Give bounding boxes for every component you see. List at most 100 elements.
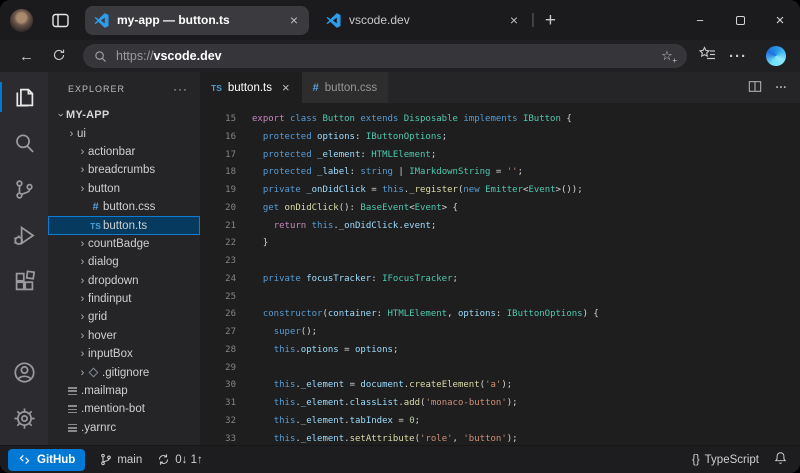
browser-tab-active[interactable]: my-app — button.ts ×	[85, 6, 309, 35]
new-tab-button[interactable]: +	[539, 11, 562, 30]
toolbar-right: ···	[699, 46, 790, 66]
search-icon	[94, 50, 107, 63]
source-control-icon[interactable]	[0, 166, 48, 212]
tree-item-dialog[interactable]: ›dialog	[48, 253, 200, 271]
add-favorite-icon[interactable]: ☆+	[658, 48, 676, 64]
tree-item-breadcrumbs[interactable]: ›breadcrumbs	[48, 161, 200, 179]
explorer-header: EXPLORER ···	[48, 72, 200, 106]
explorer-more-icon[interactable]: ···	[173, 82, 188, 96]
tree-item-button-ts[interactable]: TSbutton.ts	[48, 216, 200, 234]
code-line[interactable]: 20 get onDidClick(): BaseEvent<Event> {	[200, 200, 800, 218]
code-text: private focusTracker: IFocusTracker;	[252, 271, 458, 289]
profile-avatar[interactable]	[10, 9, 33, 32]
favorites-icon[interactable]	[699, 46, 716, 66]
line-number: 23	[200, 253, 236, 271]
tree-item-findinput[interactable]: ›findinput	[48, 290, 200, 308]
code-text: protected options: IButtonOptions;	[252, 129, 447, 147]
code-line[interactable]: 15export class Button extends Disposable…	[200, 111, 800, 129]
explorer-sidebar: EXPLORER ··· ›MY-APP›ui›actionbar›breadc…	[48, 72, 200, 445]
tree-item-mailmap[interactable]: .mailmap	[48, 382, 200, 400]
remote-indicator[interactable]: GitHub	[8, 449, 85, 471]
tree-item-inputbox[interactable]: ›inputBox	[48, 345, 200, 363]
chevron-down-icon: ›	[55, 110, 67, 121]
line-number: 22	[200, 235, 236, 253]
tree-item-button[interactable]: ›button	[48, 180, 200, 198]
url-scheme: https://	[116, 49, 154, 63]
address-bar[interactable]: https://vscode.dev ☆+	[83, 44, 687, 68]
tree-item-my-app[interactable]: ›MY-APP	[48, 106, 200, 124]
code-line[interactable]: 18 protected _label: string | IMarkdownS…	[200, 164, 800, 182]
status-bar: GitHub main 0↓ 1↑ {} TypeScript	[0, 445, 800, 473]
code-line[interactable]: 17 protected _element: HTMLElement;	[200, 147, 800, 165]
code-editor[interactable]: 15export class Button extends Disposable…	[200, 103, 800, 445]
tree-item-mention-bot[interactable]: .mention-bot	[48, 400, 200, 418]
copilot-icon[interactable]	[766, 46, 786, 66]
code-line[interactable]: 22 }	[200, 235, 800, 253]
code-line[interactable]: 30 this._element = document.createElemen…	[200, 377, 800, 395]
tab-close-icon[interactable]: ×	[508, 13, 520, 27]
explorer-icon[interactable]	[0, 74, 48, 120]
close-window-button[interactable]: ×	[760, 0, 800, 40]
maximize-button[interactable]	[720, 0, 760, 40]
chevron-right-icon: ›	[77, 146, 88, 158]
notifications-bell-icon[interactable]	[774, 451, 787, 468]
back-button[interactable]: ←	[10, 49, 43, 64]
tree-item-grid[interactable]: ›grid	[48, 308, 200, 326]
language-indicator[interactable]: {} TypeScript	[692, 454, 759, 466]
reload-button[interactable]	[43, 48, 75, 65]
code-text: protected _label: string | IMarkdownStri…	[252, 164, 523, 182]
editor-tab-button-css[interactable]: # button.css	[301, 72, 389, 103]
browser-menu-icon[interactable]: ···	[720, 49, 756, 64]
code-line[interactable]: 33 this._element.setAttribute('role', 'b…	[200, 431, 800, 446]
tree-item-actionbar[interactable]: ›actionbar	[48, 143, 200, 161]
code-text: this._element.tabIndex = 0;	[252, 413, 420, 431]
tree-item-hover[interactable]: ›hover	[48, 327, 200, 345]
chevron-right-icon: ›	[77, 330, 88, 342]
sync-indicator[interactable]: 0↓ 1↑	[157, 453, 203, 466]
line-number: 31	[200, 395, 236, 413]
tree-item-dropdown[interactable]: ›dropdown	[48, 272, 200, 290]
tab-title: my-app — button.ts	[117, 13, 230, 27]
tab-actions-icon[interactable]	[48, 8, 72, 32]
minimize-button[interactable]: −	[680, 0, 720, 40]
tree-item-label: grid	[88, 311, 107, 323]
tab-close-icon[interactable]: ×	[288, 13, 300, 27]
vscode-logo-icon	[326, 13, 341, 28]
code-line[interactable]: 29	[200, 360, 800, 378]
editor-tab-button-ts[interactable]: TS button.ts ×	[200, 72, 301, 103]
code-line[interactable]: 21 return this._onDidClick.event;	[200, 218, 800, 236]
tree-item-countbadge[interactable]: ›countBadge	[48, 235, 200, 253]
account-icon[interactable]	[0, 349, 48, 395]
extensions-icon[interactable]	[0, 258, 48, 304]
code-line[interactable]: 25	[200, 289, 800, 307]
code-line[interactable]: 28 this.options = options;	[200, 342, 800, 360]
chevron-right-icon: ›	[66, 128, 77, 140]
tree-item-yarnrc[interactable]: .yarnrc	[48, 419, 200, 437]
tree-item-ui[interactable]: ›ui	[48, 124, 200, 142]
line-number: 32	[200, 413, 236, 431]
config-file-icon	[68, 404, 77, 416]
code-line[interactable]: 24 private focusTracker: IFocusTracker;	[200, 271, 800, 289]
run-debug-icon[interactable]	[0, 212, 48, 258]
url-host: vscode.dev	[154, 49, 222, 63]
code-line[interactable]: 23	[200, 253, 800, 271]
code-line[interactable]: 27 super();	[200, 324, 800, 342]
code-line[interactable]: 32 this._element.tabIndex = 0;	[200, 413, 800, 431]
editor-more-icon[interactable]: ···	[776, 82, 788, 94]
code-line[interactable]: 26 constructor(container: HTMLElement, o…	[200, 306, 800, 324]
split-editor-icon[interactable]	[748, 80, 762, 96]
browser-tab-inactive[interactable]: vscode.dev ×	[317, 6, 529, 35]
settings-gear-icon[interactable]	[0, 395, 48, 441]
branch-indicator[interactable]: main	[100, 453, 142, 466]
chevron-right-icon: ›	[77, 367, 88, 379]
chevron-right-icon: ›	[77, 256, 88, 268]
code-line[interactable]: 31 this._element.classList.add('monaco-b…	[200, 395, 800, 413]
tree-item-button-css[interactable]: #button.css	[48, 198, 200, 216]
search-icon[interactable]	[0, 120, 48, 166]
tree-item-label: button.css	[103, 201, 155, 213]
chevron-right-icon: ›	[77, 164, 88, 176]
tree-item-gitignore[interactable]: ›.gitignore	[48, 363, 200, 381]
code-line[interactable]: 16 protected options: IButtonOptions;	[200, 129, 800, 147]
close-tab-icon[interactable]: ×	[282, 80, 290, 95]
code-line[interactable]: 19 private _onDidClick = this._register(…	[200, 182, 800, 200]
